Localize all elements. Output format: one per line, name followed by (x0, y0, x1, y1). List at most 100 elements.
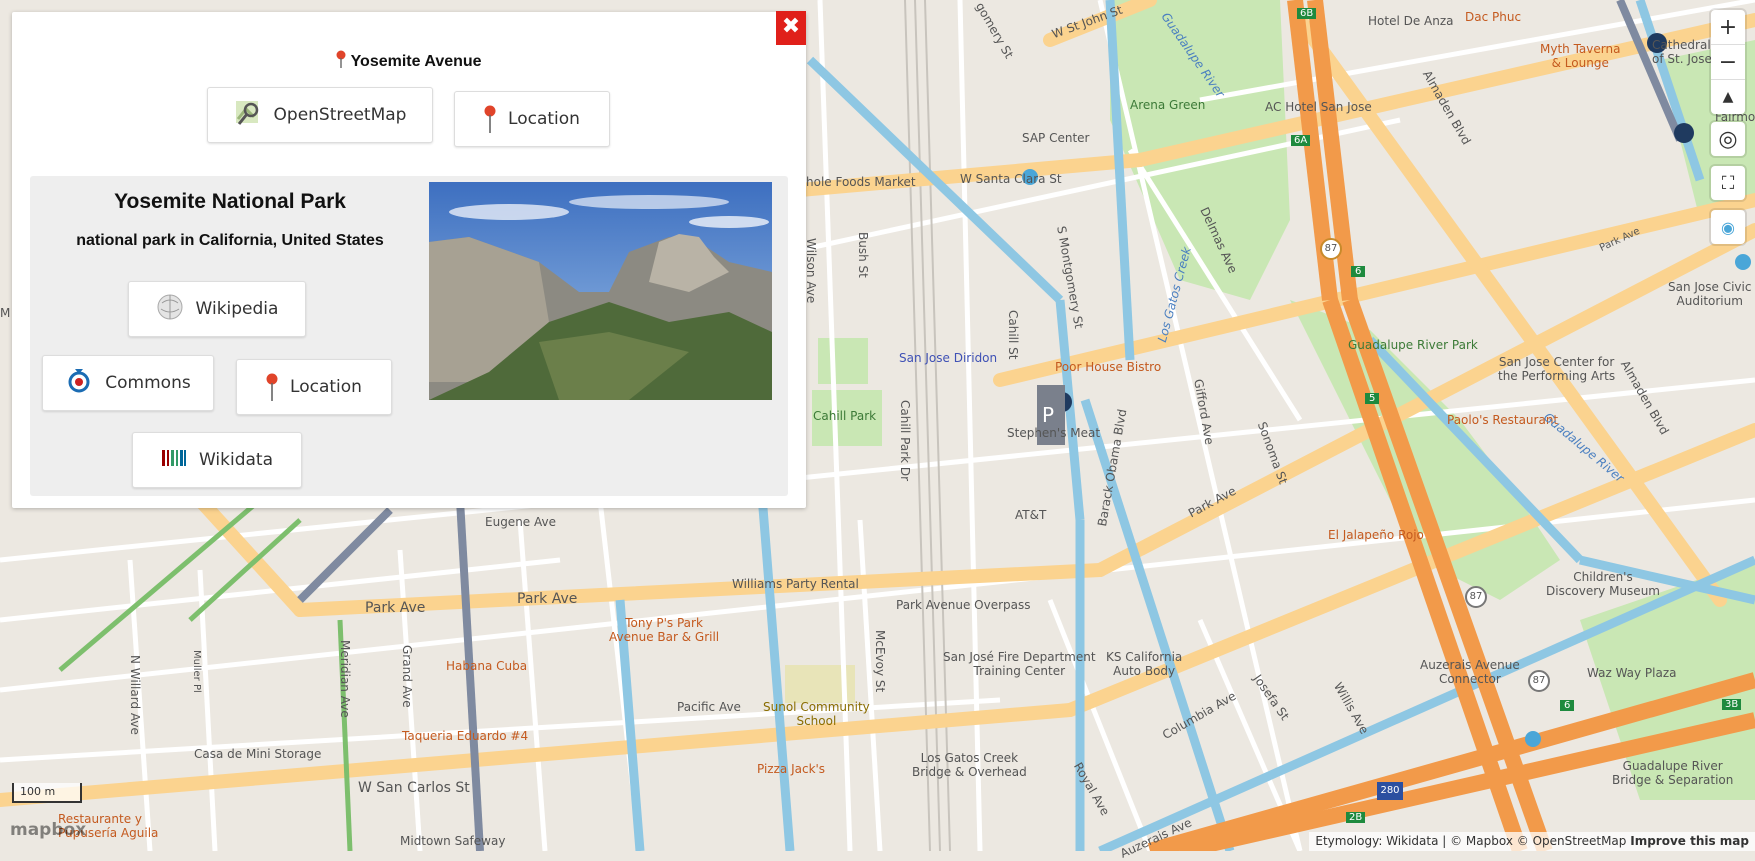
close-button[interactable]: ✖ (776, 11, 806, 45)
commons-label: Commons (105, 373, 191, 393)
street-label: Park Ave (517, 591, 578, 607)
compass-button[interactable]: ▲ (1711, 80, 1745, 114)
poi-label: Williams Party Rental (732, 577, 859, 591)
feature-popup: Yosemite Avenue OpenStreetMap Location ✖… (12, 11, 806, 508)
map-pin-icon (266, 373, 278, 401)
map-pin-icon (484, 105, 496, 133)
park-photo[interactable] (429, 182, 772, 400)
openstreetmap-button[interactable]: OpenStreetMap (207, 87, 433, 143)
poi-label: KS California Auto Body (1106, 650, 1183, 678)
layers-control: ◉ (1711, 210, 1745, 244)
commons-button[interactable]: Commons (42, 355, 214, 411)
park-label: Guadalupe River Park (1348, 338, 1478, 352)
poi-label: Midtown Safeway (400, 834, 506, 848)
highway-shield: 87 (1465, 586, 1487, 608)
poi-marker[interactable] (1674, 123, 1694, 143)
card-location-button[interactable]: Location (236, 359, 392, 415)
exit-badge: 2B (1346, 812, 1366, 823)
poi-label: Los Gatos Creek Bridge & Overhead (912, 751, 1027, 779)
poi-label: Myth Taverna & Lounge (1540, 42, 1621, 70)
geolocate-button[interactable]: ◎ (1711, 122, 1745, 156)
station-label: San Jose Diridon (899, 351, 998, 365)
park-label: Arena Green (1130, 98, 1206, 112)
street-label: Cahill St (1006, 310, 1020, 360)
poi-label: Stephen's Meat (1007, 426, 1101, 440)
mapbox-logo[interactable]: mapbox (10, 820, 86, 840)
exit-badge: 5 (1365, 393, 1380, 404)
poi-label: AC Hotel San Jose (1265, 100, 1372, 114)
poi-label: hole Foods Market (806, 175, 916, 189)
street-label: W San Carlos St (358, 780, 470, 796)
wikidata-button[interactable]: Wikidata (132, 432, 302, 488)
fullscreen-control: ⛶ (1711, 166, 1745, 200)
poi-label: Guadalupe River Bridge & Separation (1612, 759, 1734, 787)
poi-label: San José Fire Department Training Center (943, 650, 1096, 678)
street-label: McEvoy St (873, 630, 887, 693)
poi-label: Tony P's Park Avenue Bar & Grill (609, 616, 720, 644)
improve-map-link[interactable]: Improve this map (1630, 834, 1749, 848)
street-label: Muller Pl (191, 650, 202, 693)
card-location-label: Location (290, 377, 362, 397)
poi-label: San Jose Civic Auditorium (1668, 280, 1752, 308)
poi-label: El Jalapeño Rojo (1328, 528, 1424, 542)
openstreetmap-label: OpenStreetMap (273, 105, 407, 125)
park-label: Cahill Park (813, 409, 877, 423)
park-area (818, 338, 868, 384)
poi-label: AT&T (1015, 508, 1047, 522)
popup-title-text: Yosemite Avenue (350, 53, 482, 70)
map-pin-icon (336, 50, 346, 68)
poi-label: Waz Way Plaza (1587, 666, 1677, 680)
street-label: M (0, 306, 11, 320)
poi-label: San Jose Center for the Performing Arts (1498, 355, 1616, 383)
poi-label: Sunol Community School (763, 700, 870, 728)
exit-badge: 6 (1560, 700, 1575, 711)
geolocate-control: ◎ (1711, 122, 1745, 156)
street-label: Grand Ave (400, 645, 414, 708)
parking-icon: P (1042, 403, 1054, 427)
highway-shield: 87 (1320, 238, 1342, 260)
poi-label: Habana Cuba (446, 659, 528, 673)
street-label: W Santa Clara St (960, 172, 1062, 186)
fullscreen-button[interactable]: ⛶ (1711, 166, 1745, 200)
transit-stop-marker[interactable] (1735, 254, 1751, 270)
popup-title: Yosemite Avenue (12, 50, 806, 71)
wikidata-card: Yosemite National Park national park in … (30, 176, 788, 496)
zoom-in-button[interactable]: + (1711, 10, 1745, 45)
poi-label: Auzerais Avenue Connector (1420, 658, 1520, 686)
poi-label: Park Avenue Overpass (896, 598, 1031, 612)
zoom-out-button[interactable]: − (1711, 45, 1745, 80)
zoom-controls: + − ▲ (1711, 10, 1745, 114)
exit-badge: 6A (1291, 135, 1311, 146)
highway-shield: 87 (1528, 670, 1550, 692)
exit-badge: 3B (1722, 699, 1742, 710)
poi-label: Hotel De Anza (1368, 14, 1454, 28)
poi-label: Taqueria Eduardo #4 (402, 729, 529, 743)
poi-label: Children's Discovery Museum (1546, 570, 1660, 598)
street-label: N Willard Ave (128, 655, 142, 735)
wikipedia-icon (156, 293, 184, 326)
poi-label: SAP Center (1022, 131, 1090, 145)
street-label: Bush St (856, 232, 870, 278)
street-label: Meridian Ave (338, 640, 352, 718)
poi-label: Pizza Jack's (757, 762, 826, 776)
exit-badge: 6 (1351, 266, 1366, 277)
attribution-text: Etymology: Wikidata | © Mapbox © OpenStr… (1315, 834, 1627, 848)
openstreetmap-icon (234, 99, 262, 132)
commons-icon (65, 367, 93, 400)
attribution: Etymology: Wikidata | © Mapbox © OpenStr… (1309, 832, 1755, 851)
card-subtitle: national park in California, United Stat… (76, 232, 384, 249)
card-title: Yosemite National Park (114, 190, 346, 213)
street-label: Eugene Ave (485, 515, 556, 529)
exit-badge: 6B (1297, 8, 1317, 19)
wikipedia-button[interactable]: Wikipedia (128, 281, 306, 337)
street-label: Wilson Ave (804, 238, 818, 304)
wikidata-icon (161, 448, 187, 473)
layers-button[interactable]: ◉ (1711, 210, 1745, 244)
location-button[interactable]: Location (454, 91, 610, 147)
wikidata-label: Wikidata (198, 450, 274, 470)
scale-bar: 100 m (12, 783, 82, 803)
transit-stop-marker[interactable] (1525, 731, 1541, 747)
poi-label: Poor House Bistro (1055, 360, 1162, 374)
street-label: Park Ave (365, 600, 426, 616)
poi-label: Casa de Mini Storage (194, 747, 322, 761)
